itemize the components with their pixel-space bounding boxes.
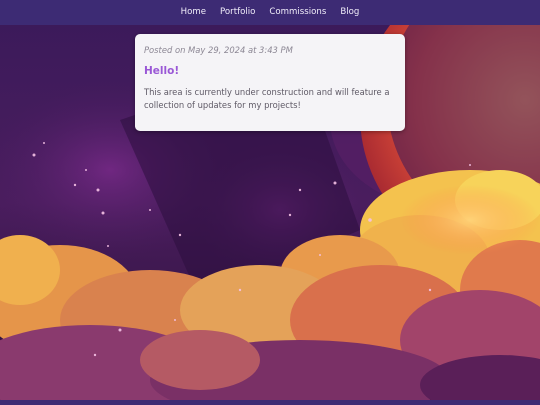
top-navbar: Home Portfolio Commissions Blog xyxy=(0,0,540,25)
nav-link-blog[interactable]: Blog xyxy=(333,0,366,25)
blog-post-card: Posted on May 29, 2024 at 3:43 PM Hello!… xyxy=(135,34,405,131)
post-body: This area is currently under constructio… xyxy=(144,87,390,110)
nav-link-portfolio[interactable]: Portfolio xyxy=(213,0,262,25)
nav-link-commissions[interactable]: Commissions xyxy=(262,0,333,25)
post-date: Posted on May 29, 2024 at 3:43 PM xyxy=(144,45,293,55)
nav-link-home[interactable]: Home xyxy=(174,0,213,25)
footer-bar xyxy=(0,400,540,405)
post-title: Hello! xyxy=(144,65,180,77)
